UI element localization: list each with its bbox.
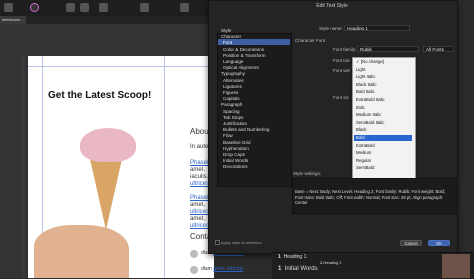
right-side-panel: [456, 0, 474, 252]
style-name-field[interactable]: Heading 1: [344, 25, 410, 31]
tree-item[interactable]: Ligatures: [223, 84, 242, 90]
tree-item[interactable]: Paragraph: [221, 102, 242, 108]
apply-style-checkbox[interactable]: [215, 240, 220, 245]
dropdown-option[interactable]: ✓ [No change]: [354, 59, 412, 65]
dropdown-option[interactable]: Light Italic: [354, 74, 412, 80]
tree-item[interactable]: Character: [221, 34, 241, 40]
apply-style-label: Apply style to selection: [221, 240, 262, 245]
meta-line: diam amet, lobortis: [201, 266, 243, 272]
dropdown-option[interactable]: ExtraBold Italic: [354, 97, 412, 103]
style-label: Heading 1: [283, 254, 307, 260]
thumbnail-image: [442, 254, 470, 278]
style-number: 1: [278, 254, 281, 260]
tab-document[interactable]: eferences...: [0, 16, 26, 24]
body-line: iaculis.: [190, 174, 209, 180]
dropdown-option[interactable]: Medium: [354, 150, 412, 156]
dropdown-option[interactable]: Italic: [354, 105, 412, 111]
style-number: 1: [278, 266, 282, 272]
body-line: amet,: [190, 216, 206, 222]
align-tool-icon[interactable]: [99, 3, 108, 12]
column-guide: [164, 56, 165, 278]
tree-item[interactable]: Justification: [223, 121, 247, 127]
tree-item[interactable]: Capitals: [223, 96, 240, 102]
font-weight-label: Font wei: [333, 68, 351, 73]
dropdown-option[interactable]: Light: [354, 67, 412, 73]
style-settings-label: Style settings:: [293, 171, 322, 176]
style-number: 1: [320, 260, 323, 265]
style-settings-text: Base = Next: Body; Next Level: Heading 2…: [295, 189, 446, 205]
meta-link[interactable]: amet, lobortis: [213, 266, 243, 272]
dropdown-option[interactable]: Black: [354, 127, 412, 133]
target-icon[interactable]: [30, 3, 39, 12]
document-headline[interactable]: Get the Latest Scoop!: [48, 90, 151, 101]
tree-item[interactable]: Alternates: [223, 78, 244, 84]
dropdown-option[interactable]: Bold Italic: [354, 89, 412, 95]
style-label: Heading 2: [323, 260, 342, 265]
meta-prefix: diam: [201, 266, 212, 272]
body-line: amet,: [190, 202, 206, 208]
tree-item[interactable]: Bullets and Numbering: [223, 127, 269, 133]
text-style-item[interactable]: 1 Heading 1: [278, 254, 306, 260]
avatar: [190, 266, 198, 274]
font-traits-label: Font trai: [333, 58, 350, 63]
frame-tool-icon[interactable]: [66, 3, 75, 12]
tree-item[interactable]: Drop Caps: [223, 152, 245, 158]
font-family-field[interactable]: Rubik: [357, 46, 419, 52]
grid-tool-icon[interactable]: [80, 3, 89, 12]
ok-button[interactable]: OK: [428, 240, 450, 246]
body-line[interactable]: Phasell: [190, 195, 210, 202]
hand-image: [34, 225, 129, 278]
cancel-button[interactable]: Cancel: [400, 240, 422, 246]
dropdown-option[interactable]: Medium Italic: [354, 112, 412, 118]
tree-item[interactable]: Spacing: [223, 109, 240, 115]
body-line: In aute: [190, 144, 209, 150]
dropdown-option[interactable]: Regular: [354, 158, 412, 164]
font-filter-select[interactable]: All Fonts: [423, 46, 454, 52]
style-name-label: Style name:: [319, 26, 343, 31]
tree-item[interactable]: Font: [223, 40, 232, 46]
avatar: [190, 250, 198, 258]
ice-cream-scoop-image: [80, 128, 136, 162]
tree-item[interactable]: Decorations: [223, 164, 248, 170]
tree-item[interactable]: Figures: [223, 90, 238, 96]
cone-image: [88, 150, 124, 230]
arrange-tool-icon[interactable]: [140, 3, 149, 12]
tree-item[interactable]: Color & Decorations: [223, 47, 264, 53]
dialog-title: Edit Text Style: [316, 3, 348, 9]
body-line: amet,: [190, 167, 206, 173]
tree-item[interactable]: Style: [221, 28, 231, 34]
character-font-label: Character Font: [295, 38, 326, 43]
about-heading: Abou: [190, 127, 209, 136]
dropdown-option[interactable]: Bold: [354, 135, 412, 141]
font-size-label: Font siz: [333, 95, 349, 100]
dropdown-option[interactable]: SemiBold Italic: [354, 120, 412, 126]
tree-item[interactable]: Position & Transform: [223, 53, 266, 59]
tree-item[interactable]: Typography: [221, 71, 245, 77]
margin-guide-top: [28, 66, 214, 67]
text-style-item[interactable]: 1 Heading 2: [320, 260, 342, 265]
body-line[interactable]: Phasell: [190, 160, 210, 167]
tree-item[interactable]: Baseline Grid: [223, 140, 251, 146]
font-family-label: Font family:: [333, 47, 357, 52]
tree-item[interactable]: Flow: [223, 133, 233, 139]
pen-tool-icon[interactable]: [4, 3, 13, 12]
tree-item[interactable]: Hyphenation: [223, 146, 249, 152]
text-style-item[interactable]: 1 Initial Words: [278, 266, 318, 272]
cog-tool-icon[interactable]: [180, 3, 189, 12]
tree-item[interactable]: Initial Words: [223, 158, 248, 164]
dropdown-option[interactable]: SemiBold: [354, 165, 412, 171]
style-label: Initial Words: [284, 266, 318, 272]
tree-item[interactable]: Tab Stops: [223, 115, 243, 121]
tree-item[interactable]: Language: [223, 59, 243, 65]
dropdown-option[interactable]: Black Italic: [354, 82, 412, 88]
dropdown-option[interactable]: ExtraBold: [354, 143, 412, 149]
vertical-ruler: [22, 56, 25, 278]
tree-item[interactable]: Optical Alignment: [223, 65, 259, 71]
